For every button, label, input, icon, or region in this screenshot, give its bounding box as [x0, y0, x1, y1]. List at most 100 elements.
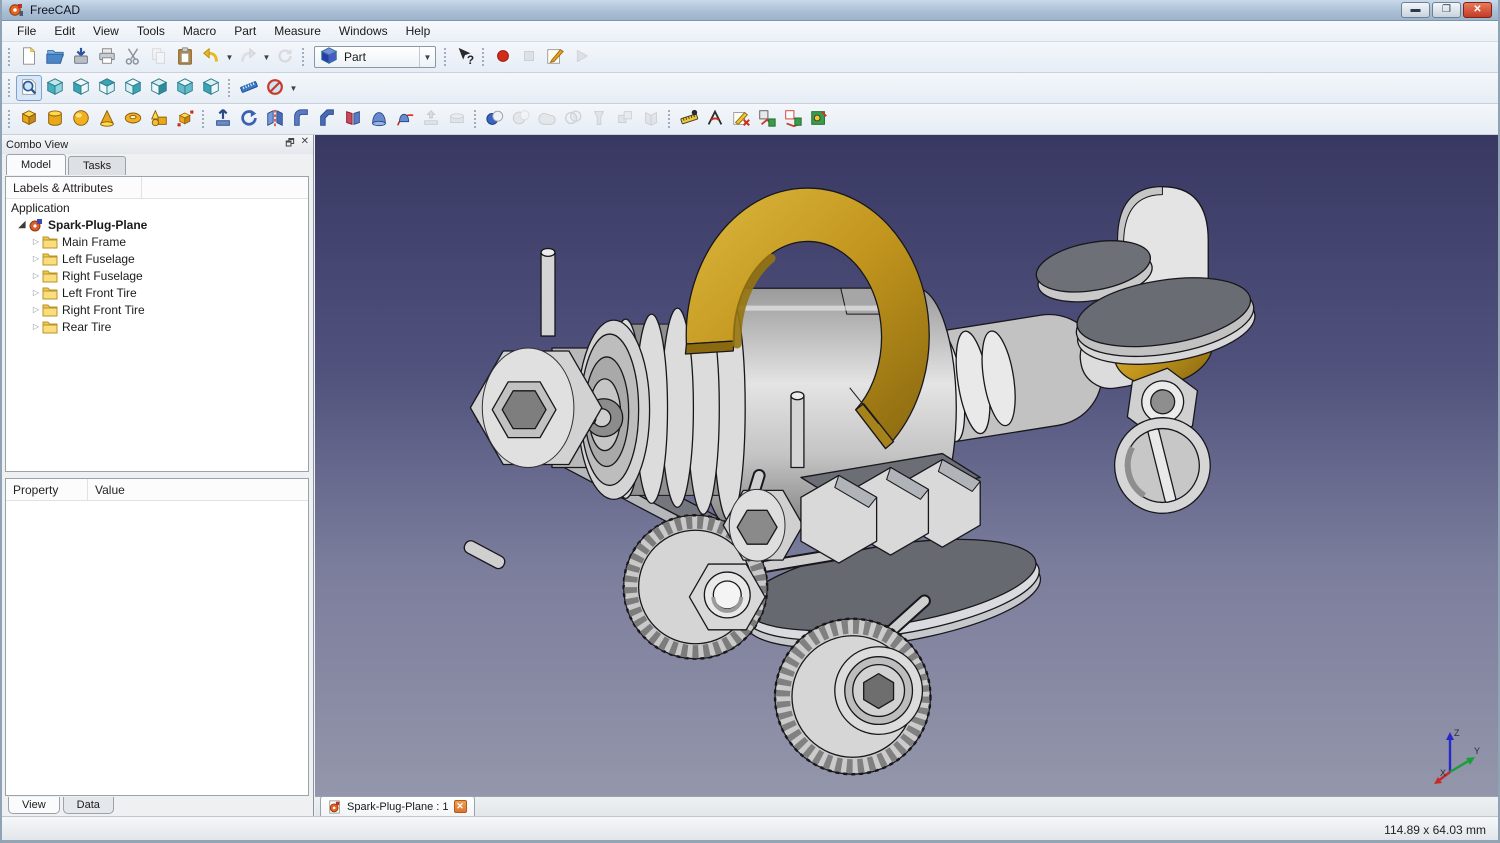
tree-item-right-front-tire[interactable]: ▷ Right Front Tire — [6, 301, 308, 318]
menu-help[interactable]: Help — [397, 22, 440, 40]
redo-button[interactable] — [235, 44, 261, 70]
measure-angular-button[interactable] — [702, 106, 728, 132]
toolbar-grip-boolean[interactable] — [473, 109, 478, 129]
macro-stop-button[interactable] — [516, 44, 542, 70]
tab-view[interactable]: View — [8, 797, 60, 814]
print-button[interactable] — [94, 44, 120, 70]
paste-button[interactable] — [172, 44, 198, 70]
minimize-button[interactable]: ▬ — [1401, 2, 1430, 18]
undo-dropdown-icon[interactable]: ▼ — [224, 44, 235, 70]
macro-edit-button[interactable] — [542, 44, 568, 70]
tab-model[interactable]: Model — [6, 154, 66, 175]
measure-toggle-3d-button[interactable] — [780, 106, 806, 132]
part-box-button[interactable] — [16, 106, 42, 132]
toolbar-grip-part-tools[interactable] — [201, 109, 206, 129]
view-front-button[interactable] — [68, 75, 94, 101]
offset-button[interactable] — [418, 106, 444, 132]
toolbar-grip-clip[interactable] — [227, 78, 232, 98]
expand-icon[interactable]: ▷ — [30, 271, 42, 280]
part-primitives-button[interactable] — [146, 106, 172, 132]
open-folder-button[interactable] — [42, 44, 68, 70]
boolean-button[interactable] — [482, 106, 508, 132]
clear-clipping-button[interactable] — [262, 75, 288, 101]
refresh-button[interactable] — [272, 44, 298, 70]
toolbar-grip-view[interactable] — [7, 78, 12, 98]
tab-tasks[interactable]: Tasks — [67, 156, 127, 175]
mirror-button[interactable] — [262, 106, 288, 132]
document-tab-close-icon[interactable]: ✕ — [453, 800, 467, 813]
splitter-button[interactable] — [638, 106, 664, 132]
collapse-icon[interactable]: ◢ — [16, 219, 28, 230]
toolbar-grip-workbench[interactable] — [301, 47, 306, 67]
compound-button[interactable] — [612, 106, 638, 132]
menu-macro[interactable]: Macro — [174, 22, 225, 40]
boolean-union-button[interactable] — [534, 106, 560, 132]
ruled-surface-button[interactable] — [340, 106, 366, 132]
tree-item-right-fuselage[interactable]: ▷ Right Fuselage — [6, 267, 308, 284]
workbench-dropdown-icon[interactable]: ▼ — [419, 47, 435, 67]
tree-item-application[interactable]: Application — [6, 199, 308, 216]
loft-button[interactable] — [366, 106, 392, 132]
part-torus-button[interactable] — [120, 106, 146, 132]
copy-button[interactable] — [146, 44, 172, 70]
toolbar-grip-macro[interactable] — [481, 47, 486, 67]
expand-icon[interactable]: ▷ — [30, 288, 42, 297]
toolbar-grip-measure[interactable] — [667, 109, 672, 129]
menu-file[interactable]: File — [8, 22, 45, 40]
boolean-cut-button[interactable] — [508, 106, 534, 132]
part-cylinder-button[interactable] — [42, 106, 68, 132]
menu-part[interactable]: Part — [225, 22, 265, 40]
close-button[interactable]: ✕ — [1463, 2, 1492, 18]
undo-button[interactable] — [198, 44, 224, 70]
expand-icon[interactable]: ▷ — [30, 237, 42, 246]
view-rear-button[interactable] — [146, 75, 172, 101]
part-sphere-button[interactable] — [68, 106, 94, 132]
menu-view[interactable]: View — [84, 22, 128, 40]
tree-item-rear-tire[interactable]: ▷ Rear Tire — [6, 318, 308, 335]
redo-dropdown-icon[interactable]: ▼ — [261, 44, 272, 70]
tree-item-left-fuselage[interactable]: ▷ Left Fuselage — [6, 250, 308, 267]
whats-this-button[interactable]: ? — [452, 44, 478, 70]
toolbar-grip-file[interactable] — [7, 47, 12, 67]
tree-item-document[interactable]: ◢ Spark-Plug-Plane — [6, 216, 308, 233]
menu-tools[interactable]: Tools — [128, 22, 174, 40]
tab-data[interactable]: Data — [62, 797, 114, 814]
extrude-button[interactable] — [210, 106, 236, 132]
3d-viewport[interactable]: Z Y X — [315, 135, 1498, 796]
fit-all-button[interactable] — [16, 75, 42, 101]
tree-item-left-front-tire[interactable]: ▷ Left Front Tire — [6, 284, 308, 301]
shape-builder-button[interactable] — [172, 106, 198, 132]
tree-item-main-frame[interactable]: ▷ Main Frame — [6, 233, 308, 250]
chamfer-button[interactable] — [314, 106, 340, 132]
expand-icon[interactable]: ▷ — [30, 322, 42, 331]
close-panel-icon[interactable]: ✕ — [301, 136, 309, 153]
view-right-button[interactable] — [120, 75, 146, 101]
measure-distance-button[interactable] — [236, 75, 262, 101]
view-top-button[interactable] — [94, 75, 120, 101]
clear-clipping-dropdown-icon[interactable]: ▼ — [288, 75, 299, 101]
expand-icon[interactable]: ▷ — [30, 305, 42, 314]
thickness-button[interactable] — [444, 106, 470, 132]
menu-edit[interactable]: Edit — [45, 22, 84, 40]
measure-toggle-all-button[interactable] — [754, 106, 780, 132]
restore-button[interactable]: ❐ — [1432, 2, 1461, 18]
view-left-button[interactable] — [198, 75, 224, 101]
toolbar-grip-help[interactable] — [443, 47, 448, 67]
sweep-button[interactable] — [392, 106, 418, 132]
part-cone-button[interactable] — [94, 106, 120, 132]
save-button[interactable] — [68, 44, 94, 70]
boolean-common-button[interactable] — [560, 106, 586, 132]
expand-icon[interactable]: ▷ — [30, 254, 42, 263]
measure-toggle-delta-button[interactable] — [806, 106, 832, 132]
menu-measure[interactable]: Measure — [265, 22, 330, 40]
revolve-button[interactable] — [236, 106, 262, 132]
macro-record-button[interactable] — [490, 44, 516, 70]
document-tab[interactable]: Spark-Plug-Plane : 1 ✕ — [320, 796, 475, 816]
measure-clear-all-button[interactable] — [728, 106, 754, 132]
view-axonometric-button[interactable] — [42, 75, 68, 101]
new-document-button[interactable] — [16, 44, 42, 70]
view-bottom-button[interactable] — [172, 75, 198, 101]
fillet-button[interactable] — [288, 106, 314, 132]
measure-linear-button[interactable] — [676, 106, 702, 132]
menu-windows[interactable]: Windows — [330, 22, 397, 40]
